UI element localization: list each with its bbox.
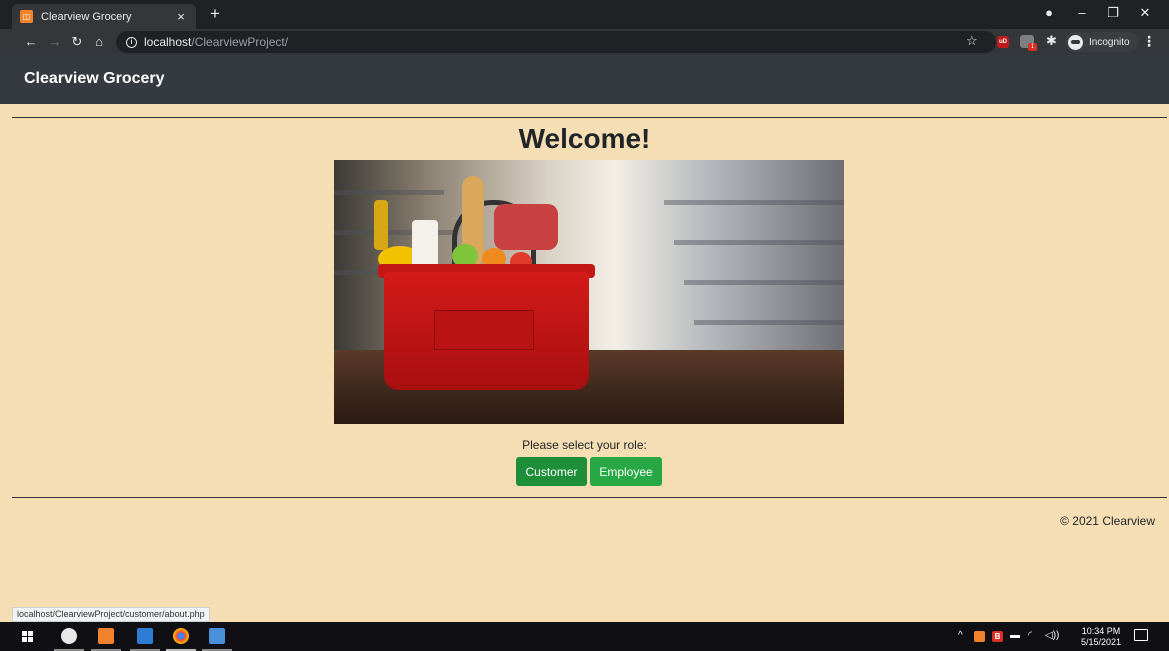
profile-dot-icon[interactable]: ●	[1040, 4, 1058, 22]
extension-icon[interactable]: 1	[1020, 35, 1037, 51]
tray-b-icon[interactable]: B	[992, 631, 1003, 642]
new-tab-icon[interactable]: +	[205, 4, 225, 24]
wifi-icon[interactable]: ◜	[1028, 630, 1032, 641]
grocery-basket-image	[334, 160, 844, 424]
info-icon[interactable]: i	[126, 36, 137, 48]
minimize-icon[interactable]: –	[1073, 4, 1091, 22]
browser-toolbar: ← → ↻ ⌂ i localhost/ClearviewProject/ ☆ …	[0, 29, 1169, 55]
extension-badge: 1	[1028, 43, 1037, 51]
chrome-icon[interactable]	[173, 628, 189, 644]
star-icon[interactable]: ☆	[966, 33, 978, 49]
reload-icon[interactable]: ↻	[68, 33, 86, 51]
footer-copyright: © 2021 Clearview	[1060, 514, 1155, 528]
role-prompt: Please select your role:	[522, 438, 647, 452]
employee-button[interactable]: Employee	[590, 457, 662, 486]
restore-icon[interactable]: ❐	[1104, 4, 1122, 22]
site-favicon-icon: ◫	[20, 10, 33, 23]
volume-icon[interactable]: ◁))	[1045, 630, 1059, 641]
clock-date: 5/15/2021	[1080, 637, 1122, 647]
ublock-extension-icon[interactable]: uD	[997, 36, 1009, 48]
address-bar[interactable]: i localhost/ClearviewProject/	[116, 31, 996, 53]
divider-top	[12, 117, 1167, 118]
file-icon[interactable]	[137, 628, 153, 644]
taskbar-clock[interactable]: 10:34 PM 5/15/2021	[1078, 626, 1124, 648]
forward-icon[interactable]: →	[46, 33, 64, 51]
incognito-icon	[1068, 34, 1083, 50]
taskbar-app-icon[interactable]	[61, 628, 77, 644]
tray-xampp-icon[interactable]	[974, 631, 985, 642]
windows-start-icon[interactable]	[22, 631, 33, 642]
puzzle-icon[interactable]: ✱	[1046, 33, 1057, 49]
image-app-icon[interactable]	[209, 628, 225, 644]
url-host: localhost	[144, 35, 192, 49]
xampp-icon[interactable]	[98, 628, 114, 644]
incognito-label: Incognito	[1089, 36, 1130, 48]
url-path: /ClearviewProject/	[191, 35, 289, 49]
tab-close-icon[interactable]: ×	[174, 9, 188, 24]
browser-tab[interactable]: ◫ Clearview Grocery ×	[12, 4, 196, 29]
tray-chevron-icon[interactable]: ^	[958, 630, 963, 641]
site-brand[interactable]: Clearview Grocery	[24, 70, 165, 88]
windows-taskbar: ^ B ▬ ◜ ◁)) 10:34 PM 5/15/2021	[0, 622, 1169, 651]
browser-tab-bar: ◫ Clearview Grocery × + ● – ❐ ✕	[0, 0, 1169, 29]
tab-title: Clearview Grocery	[41, 10, 132, 23]
back-icon[interactable]: ←	[22, 33, 40, 51]
close-window-icon[interactable]: ✕	[1136, 4, 1154, 22]
page-title: Welcome!	[518, 123, 651, 154]
site-navbar: Clearview Grocery	[0, 55, 1169, 104]
customer-button[interactable]: Customer	[516, 457, 587, 486]
divider-bottom	[12, 497, 1167, 498]
home-icon[interactable]: ⌂	[90, 33, 108, 51]
notification-icon[interactable]	[1134, 629, 1148, 641]
status-bar-url: localhost/ClearviewProject/customer/abou…	[12, 607, 210, 622]
network-icon[interactable]: ▬	[1010, 630, 1020, 641]
clock-time: 10:34 PM	[1081, 626, 1121, 636]
incognito-button[interactable]: Incognito	[1065, 32, 1138, 52]
menu-dots-icon[interactable]: ⋮	[1142, 33, 1156, 50]
